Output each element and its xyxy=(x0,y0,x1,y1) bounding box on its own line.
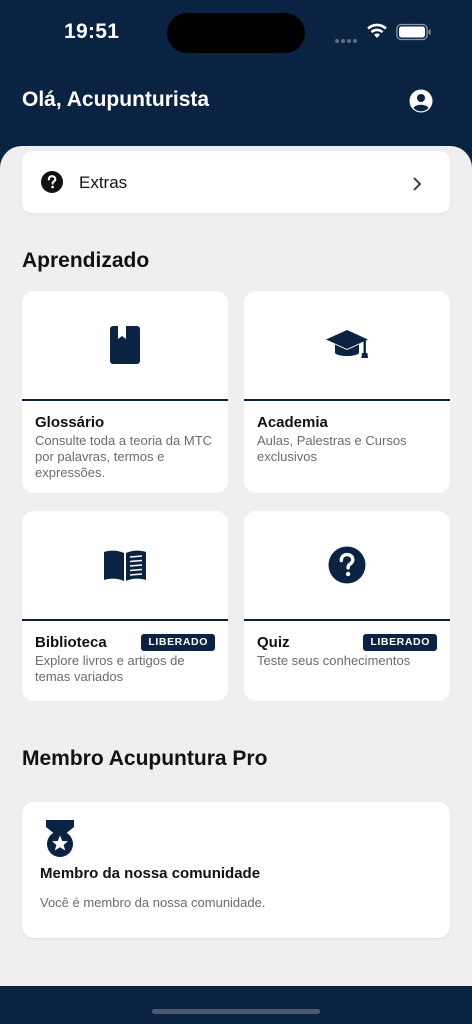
book-icon xyxy=(110,326,140,364)
bottom-bar xyxy=(0,986,472,1024)
status-badge: LIBERADO xyxy=(141,634,215,651)
card-divider xyxy=(244,619,450,621)
card-title: Quiz xyxy=(257,634,290,651)
open-book-icon xyxy=(104,550,146,581)
card-quiz[interactable]: Quiz LIBERADO Teste seus conhecimentos xyxy=(244,511,450,701)
card-academia[interactable]: Academia Aulas, Palestras e Cursos exclu… xyxy=(244,291,450,493)
signal-icon xyxy=(335,30,359,48)
section-title-membro: Membro Acupuntura Pro xyxy=(22,747,268,770)
question-circle-icon xyxy=(328,546,366,584)
account-circle-icon[interactable] xyxy=(408,88,434,114)
card-divider xyxy=(22,619,228,621)
card-title: Glossário xyxy=(35,414,105,431)
card-glossario[interactable]: Glossário Consulte toda a teoria da MTC … xyxy=(22,291,228,493)
status-badge: LIBERADO xyxy=(363,634,437,651)
card-biblioteca[interactable]: Biblioteca LIBERADO Explore livros e art… xyxy=(22,511,228,701)
main-content: Extras Aprendizado Glossário Consulte to… xyxy=(0,146,472,986)
chevron-right-icon xyxy=(413,177,421,191)
medal-icon xyxy=(46,820,74,857)
greeting-title: Olá, Acupunturista xyxy=(22,88,210,111)
card-description: Consulte toda a teoria da MTC por palavr… xyxy=(35,433,213,480)
card-divider xyxy=(244,399,450,401)
help-circle-icon xyxy=(41,171,63,193)
battery-icon xyxy=(396,23,431,41)
dynamic-island xyxy=(167,13,305,53)
card-description: Explore livros e artigos de temas variad… xyxy=(35,653,185,684)
card-title: Biblioteca xyxy=(35,634,107,651)
card-title: Academia xyxy=(257,414,328,431)
wifi-icon xyxy=(367,23,387,38)
home-indicator[interactable] xyxy=(152,1009,320,1014)
membership-card-title: Membro da nossa comunidade xyxy=(40,865,261,882)
app-header: Olá, Acupunturista xyxy=(0,64,472,146)
extras-label: Extras xyxy=(79,173,128,192)
card-divider xyxy=(22,399,228,401)
graduation-cap-icon xyxy=(326,330,368,358)
membership-card-description: Você é membro da nossa comunidade. xyxy=(40,895,266,910)
membership-card[interactable]: Membro da nossa comunidade Você é membro… xyxy=(22,802,450,938)
card-description: Teste seus conhecimentos xyxy=(257,653,411,668)
section-title-aprendizado: Aprendizado xyxy=(22,249,150,272)
card-description: Aulas, Palestras e Cursos exclusivos xyxy=(257,433,407,464)
status-time: 19:51 xyxy=(64,20,120,43)
status-bar: 19:51 xyxy=(0,0,472,64)
extras-row[interactable]: Extras xyxy=(22,151,450,213)
